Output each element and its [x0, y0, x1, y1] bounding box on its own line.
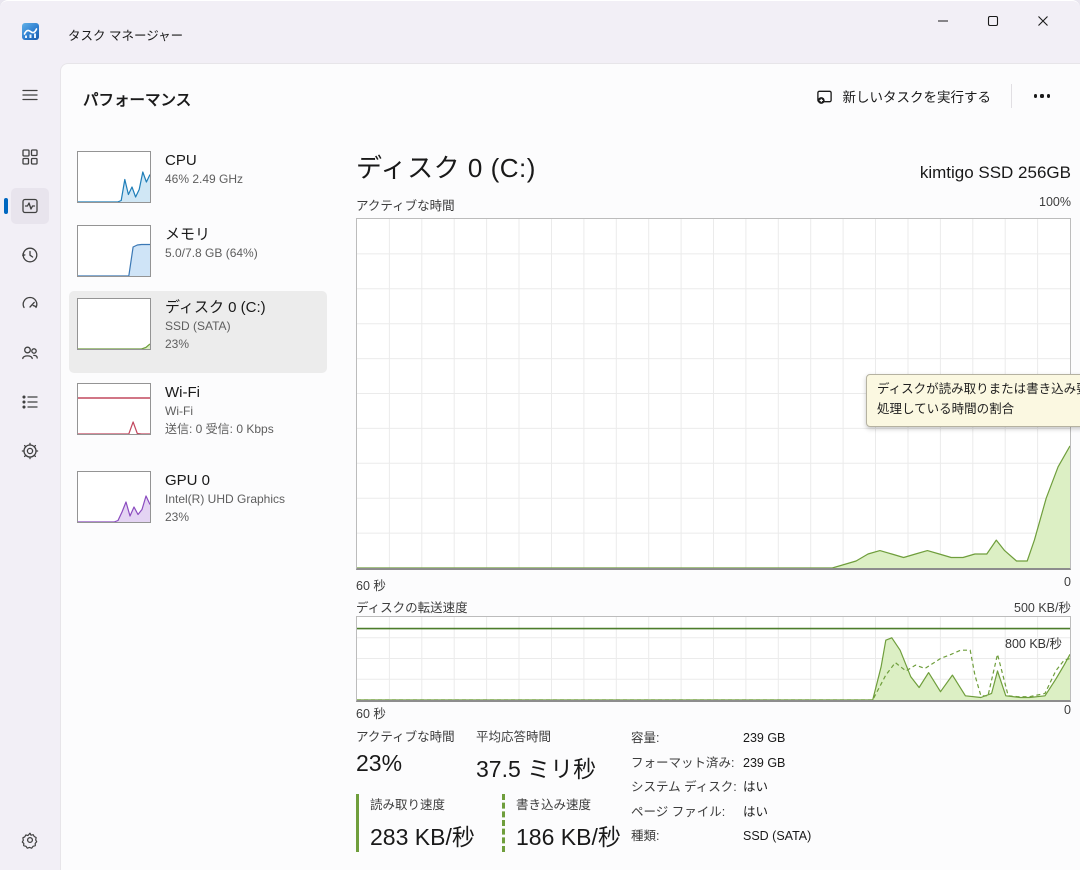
perf-item-disk0[interactable]: ディスク 0 (C:) SSD (SATA) 23% [69, 291, 327, 373]
stat-active-time: アクティブな時間 23% [356, 726, 455, 777]
perf-item-subtitle: SSD (SATA) [165, 318, 266, 336]
perf-item-memory[interactable]: メモリ 5.0/7.8 GB (64%) [69, 218, 327, 284]
disk-panel-header: ディスク 0 (C:) kimtigo SSD 256GB [356, 148, 1071, 185]
chart2-x-left: 60 秒 [356, 703, 386, 722]
detail-row: ページ ファイル:はい [631, 800, 811, 825]
disk-title: ディスク 0 (C:) [356, 148, 536, 185]
titlebar: タスク マネージャー [0, 1, 1080, 63]
perf-item-title: Wi-Fi [165, 383, 274, 403]
users-icon [20, 343, 40, 363]
run-new-task-label: 新しいタスクを実行する [843, 86, 992, 106]
perf-item-subtitle: 46% 2.49 GHz [165, 171, 243, 189]
maximize-button[interactable] [968, 1, 1018, 41]
memory-sparkline [77, 225, 151, 277]
close-button[interactable] [1018, 1, 1068, 41]
content-card: パフォーマンス 新しいタスクを実行する CPU 46% 2.49 GHz [60, 63, 1080, 870]
chart1-max-label: 100% [1039, 195, 1071, 214]
cpu-sparkline [77, 151, 151, 203]
startup-gauge-icon [20, 294, 40, 314]
perf-item-subtitle: 5.0/7.8 GB (64%) [165, 245, 258, 263]
tooltip: ディスクが読み取りまたは書き込み要 処理している時間の割合 [866, 374, 1080, 427]
transfer-chart-labels: ディスクの転送速度 500 KB/秒 [356, 597, 1071, 616]
stat-label: 読み取り速度 [370, 794, 475, 813]
menu-toggle-button[interactable] [11, 77, 49, 113]
wifi-sparkline [77, 383, 151, 435]
stat-value: 23% [356, 750, 455, 777]
chart1-x-left: 60 秒 [356, 575, 386, 594]
disk-sparkline [77, 298, 151, 350]
task-manager-app-icon [22, 23, 39, 40]
perf-item-subtitle: Intel(R) UHD Graphics [165, 491, 285, 509]
sidebar-item-app-history[interactable] [11, 237, 49, 273]
nav-rail [0, 63, 60, 870]
detail-row: フォーマット済み:239 GB [631, 751, 811, 776]
chart1-axis: 60 秒 0 [356, 575, 1071, 594]
perf-item-wifi[interactable]: Wi-Fi Wi-Fi 送信: 0 受信: 0 Kbps [69, 376, 327, 458]
details-list-icon [20, 392, 40, 412]
sidebar-item-processes[interactable] [11, 139, 49, 175]
detail-row: 種類:SSD (SATA) [631, 824, 811, 849]
perf-item-title: CPU [165, 151, 243, 171]
task-manager-window: タスク マネージャー [0, 0, 1080, 870]
page-title: パフォーマンス [83, 88, 191, 110]
stat-write-speed: 書き込み速度 186 KB/秒 [502, 794, 621, 852]
tooltip-line2: 処理している時間の割合 [877, 400, 1080, 420]
app-history-clock-icon [20, 245, 40, 265]
stat-value: 283 KB/秒 [370, 818, 475, 852]
settings-button[interactable] [11, 822, 49, 858]
chart2-x-right: 0 [1064, 703, 1071, 722]
perf-item-title: ディスク 0 (C:) [165, 298, 266, 318]
perf-item-title: GPU 0 [165, 471, 285, 491]
selected-indicator [4, 198, 8, 214]
perf-item-gpu0[interactable]: GPU 0 Intel(R) UHD Graphics 23% [69, 464, 327, 540]
chart1-x-right: 0 [1064, 575, 1071, 594]
perf-item-subtitle2: 送信: 0 受信: 0 Kbps [165, 421, 274, 439]
processes-grid-icon [20, 147, 40, 167]
disk-detail-rows: 容量:239 GB フォーマット済み:239 GB システム ディスク:はい ペ… [631, 726, 811, 849]
detail-row: システム ディスク:はい [631, 775, 811, 800]
header-divider [1011, 84, 1012, 108]
perf-item-cpu[interactable]: CPU 46% 2.49 GHz [69, 144, 327, 210]
minimize-button[interactable] [918, 1, 968, 41]
chart1-label: アクティブな時間 [356, 195, 455, 214]
stat-label: アクティブな時間 [356, 726, 455, 745]
active-time-chart-labels: アクティブな時間 100% [356, 195, 1071, 214]
stat-value: 37.5 ミリ秒 [476, 750, 596, 784]
sidebar-item-startup-apps[interactable] [11, 286, 49, 322]
transfer-rate-chart[interactable]: 800 KB/秒 [356, 616, 1071, 702]
services-gear-icon [20, 441, 40, 461]
chart2-label: ディスクの転送速度 [356, 597, 468, 616]
performance-pulse-icon [20, 196, 40, 216]
hamburger-icon [20, 85, 40, 105]
chart2-max-label: 500 KB/秒 [1014, 597, 1071, 616]
sidebar-item-services[interactable] [11, 433, 49, 469]
sidebar-item-details[interactable] [11, 384, 49, 420]
stat-value: 186 KB/秒 [516, 818, 621, 852]
gear-icon [20, 830, 40, 850]
gpu-sparkline [77, 471, 151, 523]
more-options-button[interactable] [1022, 81, 1062, 111]
perf-item-subtitle2: 23% [165, 509, 285, 527]
window-title: タスク マネージャー [68, 25, 183, 44]
perf-item-subtitle: Wi-Fi [165, 403, 274, 421]
window-controls [918, 1, 1068, 41]
tooltip-line1: ディスクが読み取りまたは書き込み要 [877, 380, 1080, 400]
performance-list: CPU 46% 2.49 GHz メモリ 5.0/7.8 GB (64%) ディ… [69, 144, 327, 540]
chart2-axis: 60 秒 0 [356, 703, 1071, 722]
card-header: パフォーマンス 新しいタスクを実行する [61, 64, 1080, 130]
stat-read-speed: 読み取り速度 283 KB/秒 [356, 794, 475, 852]
sidebar-item-performance[interactable] [11, 188, 49, 224]
run-new-task-button[interactable]: 新しいタスクを実行する [806, 80, 1002, 112]
device-name: kimtigo SSD 256GB [920, 163, 1071, 185]
disk-stats: アクティブな時間 23% 平均応答時間 37.5 ミリ秒 読み取り速度 283 … [356, 724, 1071, 870]
stat-label: 平均応答時間 [476, 726, 596, 745]
stat-label: 書き込み速度 [516, 794, 621, 813]
perf-item-subtitle2: 23% [165, 336, 266, 354]
new-task-icon [816, 88, 833, 105]
stat-avg-response: 平均応答時間 37.5 ミリ秒 [476, 726, 596, 784]
sidebar-item-users[interactable] [11, 335, 49, 371]
peak-scale-label: 800 KB/秒 [1005, 633, 1062, 652]
perf-item-title: メモリ [165, 225, 258, 245]
detail-row: 容量:239 GB [631, 726, 811, 751]
